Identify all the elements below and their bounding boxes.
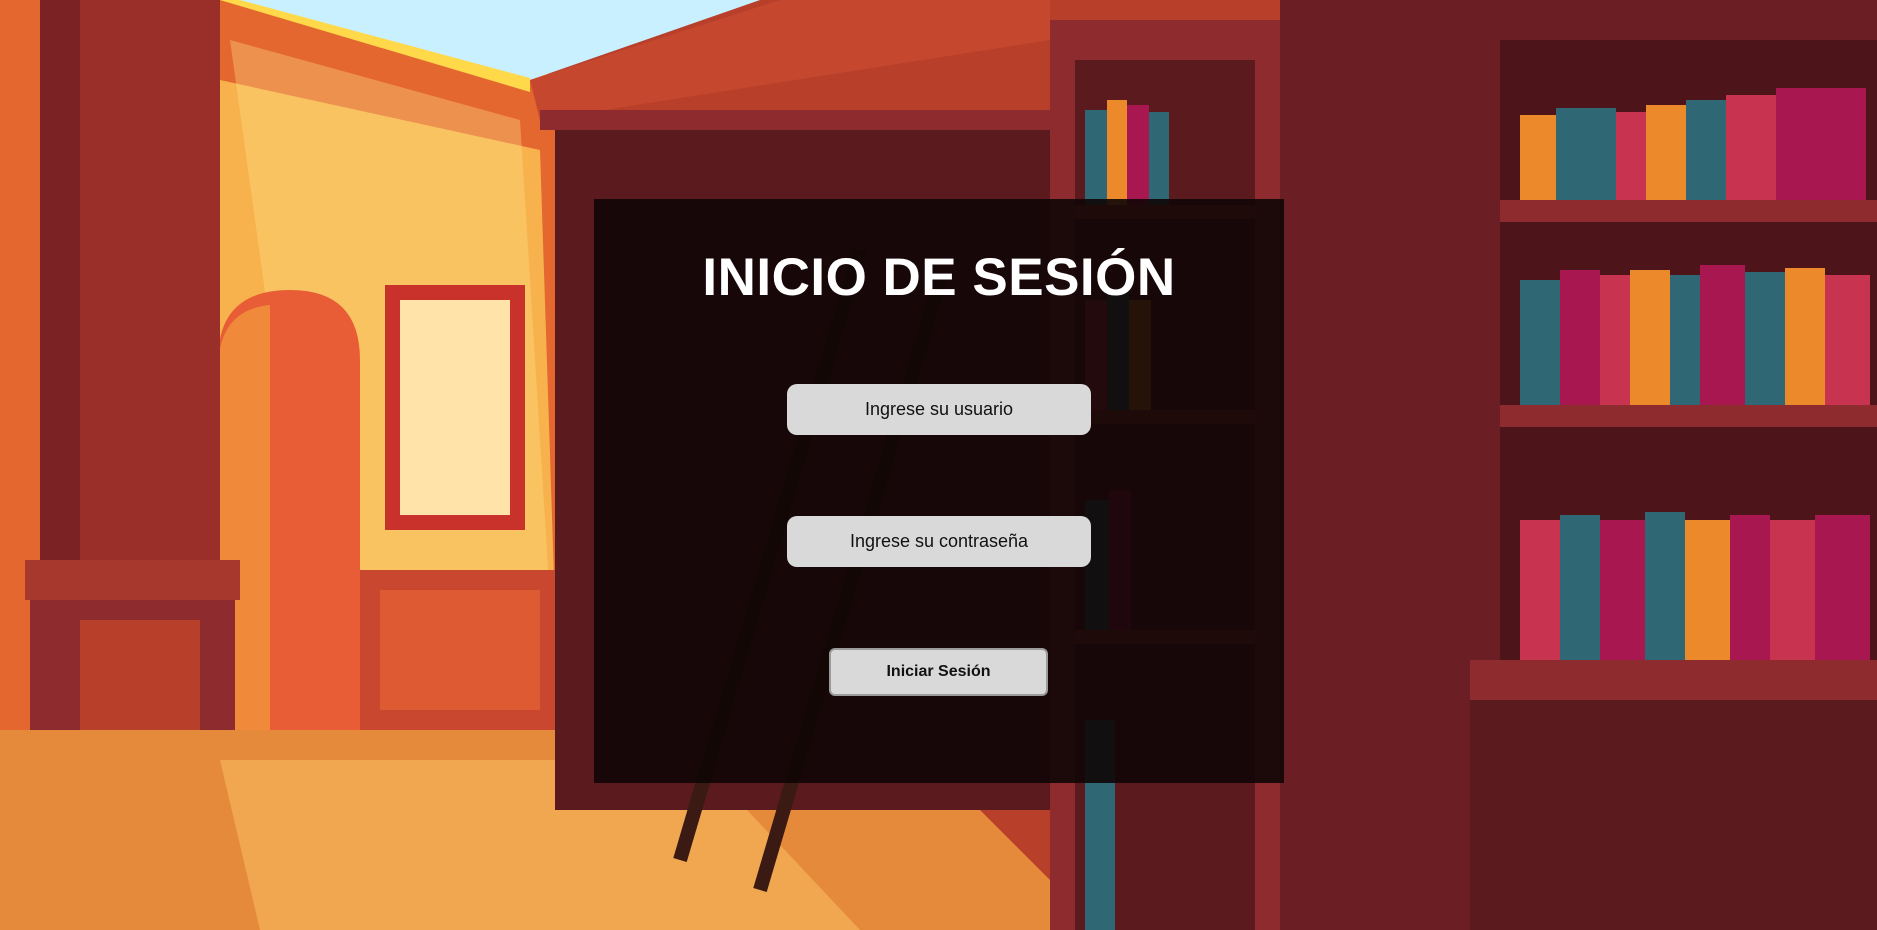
book [1560, 515, 1600, 660]
book [1785, 268, 1825, 405]
center-bookcase-frame [540, 110, 1060, 130]
book [1745, 272, 1785, 405]
wainscot-panel [380, 590, 540, 710]
book [1770, 520, 1815, 660]
cabinet [1470, 700, 1877, 930]
book [1730, 515, 1770, 660]
login-panel: INICIO DE SESIÓN Iniciar Sesión [594, 199, 1284, 783]
pillar-base-top [25, 560, 240, 600]
shelf-6 [1470, 660, 1877, 700]
book [1815, 515, 1870, 660]
book [1520, 115, 1556, 200]
book [1556, 108, 1616, 200]
book [1700, 265, 1745, 405]
book [1630, 270, 1670, 405]
book [1560, 270, 1600, 405]
book [1520, 280, 1560, 405]
shelf-5 [1500, 405, 1877, 427]
login-button[interactable]: Iniciar Sesión [829, 648, 1048, 696]
book [1149, 112, 1169, 205]
book [1825, 275, 1870, 405]
book [1600, 275, 1630, 405]
page-title: INICIO DE SESIÓN [702, 248, 1176, 307]
book [1107, 100, 1127, 205]
book [1685, 520, 1730, 660]
book [1645, 512, 1685, 660]
book [1600, 520, 1645, 660]
book [1686, 100, 1726, 200]
username-field[interactable] [787, 384, 1091, 435]
book [1646, 105, 1686, 200]
book [1670, 275, 1700, 405]
shelf-4 [1500, 200, 1877, 222]
book [1520, 520, 1560, 660]
book [1776, 88, 1866, 200]
password-field[interactable] [787, 516, 1091, 567]
book [1085, 110, 1107, 205]
book [1616, 112, 1646, 200]
picture-inner [400, 300, 510, 515]
book [1726, 95, 1776, 200]
book [1127, 105, 1149, 205]
